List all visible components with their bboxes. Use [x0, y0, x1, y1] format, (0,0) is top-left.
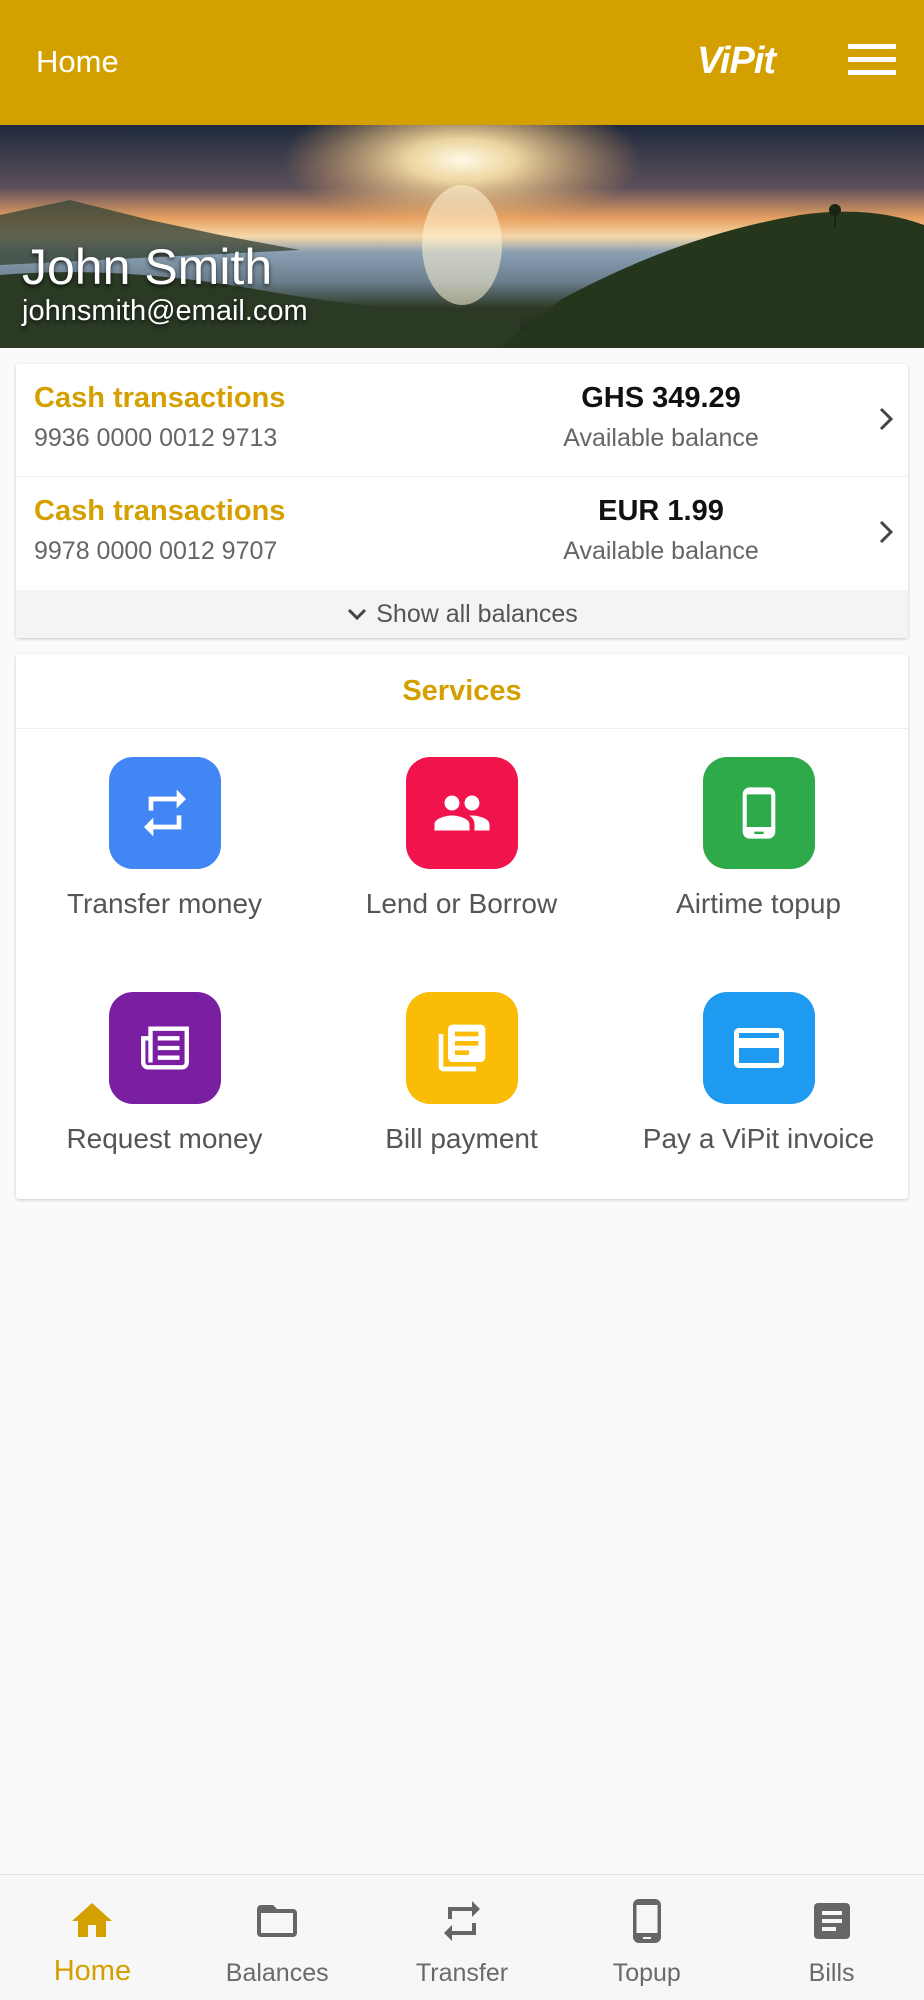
user-email: johnsmith@email.com: [22, 295, 308, 327]
transfer-icon: [443, 1901, 480, 1941]
credit-card-icon: [703, 992, 815, 1104]
service-transfer-money[interactable]: Transfer money: [16, 757, 313, 977]
app-screen: Home ViPit John Smith johnsmith@email.co…: [0, 0, 924, 2000]
service-label: Bill payment: [385, 1123, 538, 1154]
show-all-label: Show all balances: [376, 599, 578, 628]
nav-label: Topup: [612, 1959, 681, 1987]
account-number: 9936 0000 0012 9713: [34, 424, 278, 452]
service-pay-vipit-invoice[interactable]: Pay a ViPit invoice: [610, 992, 907, 1212]
account-name: Cash transactions: [34, 495, 286, 527]
balances-card: Cash transactions 9936 0000 0012 9713 GH…: [16, 364, 908, 638]
phone-icon: [703, 757, 815, 869]
nav-item-balances[interactable]: Balances: [185, 1875, 370, 2000]
balance-caption: Available balance: [563, 537, 759, 565]
account-name: Cash transactions: [34, 382, 286, 414]
chevron-right-icon: [879, 407, 894, 431]
services-title: Services: [16, 654, 908, 729]
documents-icon: [406, 992, 518, 1104]
nav-label: Home: [53, 1955, 132, 1987]
service-label: Airtime topup: [676, 888, 841, 919]
service-label: Lend or Borrow: [365, 888, 558, 919]
service-bill-payment[interactable]: Bill payment: [313, 992, 610, 1212]
service-lend-or-borrow[interactable]: Lend or Borrow: [313, 757, 610, 977]
page-title: Home: [36, 44, 119, 79]
balance-row[interactable]: Cash transactions 9936 0000 0012 9713 GH…: [16, 364, 908, 477]
bill-icon: [813, 1903, 850, 1939]
balance-row[interactable]: Cash transactions 9978 0000 0012 9707 EU…: [16, 477, 908, 590]
app-bar: Home ViPit: [0, 0, 924, 125]
hamburger-menu-icon[interactable]: [848, 44, 896, 80]
service-label: Request money: [66, 1123, 263, 1154]
balance-caption: Available balance: [563, 424, 759, 452]
nav-label: Bills: [808, 1959, 855, 1987]
transfer-icon: [109, 757, 221, 869]
nav-item-transfer[interactable]: Transfer: [370, 1875, 555, 2000]
nav-label: Balances: [225, 1959, 329, 1987]
newspaper-icon: [109, 992, 221, 1104]
service-label: Pay a ViPit invoice: [642, 1123, 875, 1154]
service-request-money[interactable]: Request money: [16, 992, 313, 1212]
service-label: Transfer money: [66, 888, 263, 919]
account-number: 9978 0000 0012 9707: [34, 537, 278, 565]
nav-item-bills[interactable]: Bills: [739, 1875, 924, 2000]
user-name: John Smith: [22, 239, 273, 295]
phone-icon: [632, 1899, 661, 1943]
people-icon: [406, 757, 518, 869]
show-all-balances-button[interactable]: Show all balances: [16, 590, 908, 638]
nav-item-topup[interactable]: Topup: [554, 1875, 739, 2000]
service-airtime-topup[interactable]: Airtime topup: [610, 757, 907, 977]
vipit-logo: ViPit: [697, 40, 776, 82]
nav-label: Transfer: [415, 1959, 509, 1987]
chevron-down-icon: [348, 608, 367, 621]
profile-header: John Smith johnsmith@email.com: [0, 125, 924, 348]
home-icon: [72, 1903, 113, 1937]
folder-icon: [257, 1905, 298, 1937]
services-card: Services Transfer money Lend or Borrow A…: [16, 654, 908, 1199]
balance-amount: EUR 1.99: [598, 495, 724, 527]
nav-item-home[interactable]: Home: [0, 1875, 185, 2000]
balance-amount: GHS 349.29: [581, 382, 741, 414]
bottom-navigation: Home Balances Transfer Topup Bills: [0, 1874, 924, 2000]
chevron-right-icon: [879, 520, 894, 544]
